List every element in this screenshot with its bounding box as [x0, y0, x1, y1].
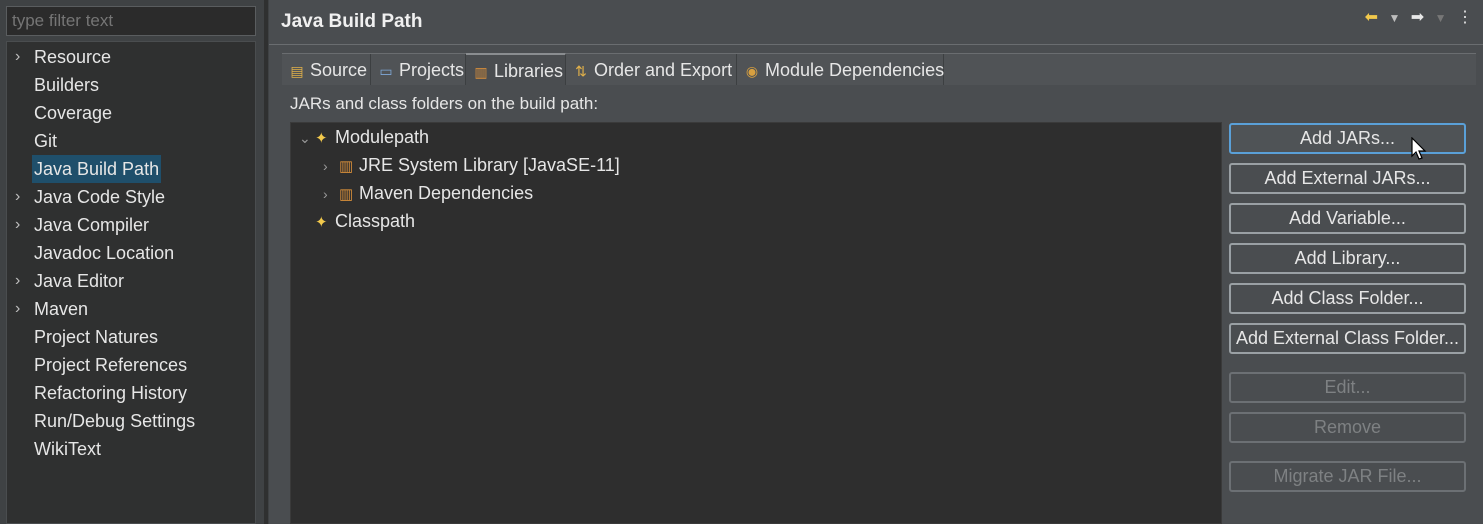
edit-button[interactable]: Edit...	[1229, 372, 1466, 403]
libraries-icon: ▥	[474, 64, 488, 80]
add-variable-button[interactable]: Add Variable...	[1229, 203, 1466, 234]
tab-bar: ▤ Source ▭ Projects ▥ Libraries ⇅ Order and …	[282, 53, 1476, 87]
filter-input[interactable]	[6, 6, 256, 36]
tree-node-classpath[interactable]: ✦ Classpath	[299, 208, 415, 234]
tab-module-dependencies[interactable]: ◉ Module Dependencies	[737, 54, 944, 86]
tab-projects[interactable]: ▭ Projects	[371, 54, 466, 86]
add-jars-button[interactable]: Add JARs...	[1229, 123, 1466, 154]
projects-icon: ▭	[379, 63, 393, 79]
view-menu-icon[interactable]: ⋮	[1457, 7, 1473, 27]
add-external-jars-button[interactable]: Add External JARs...	[1229, 163, 1466, 194]
chevron-right-icon[interactable]: ›	[323, 153, 339, 179]
build-path-tree[interactable]: ⌄ ✦ Modulepath › ▥ JRE System Library [JavaS…	[290, 122, 1222, 524]
sash-divider[interactable]	[264, 0, 268, 524]
chevron-right-icon[interactable]: ›	[15, 267, 29, 295]
order-export-icon: ⇅	[575, 63, 587, 79]
add-library-button[interactable]: Add Library...	[1229, 243, 1466, 274]
chevron-down-icon[interactable]: ⌄	[299, 125, 315, 151]
title-separator	[269, 44, 1483, 45]
chevron-right-icon[interactable]: ›	[15, 183, 29, 211]
module-icon: ◉	[745, 63, 759, 79]
back-arrow-icon[interactable]: ⬅	[1365, 7, 1378, 27]
add-external-class-folder-button[interactable]: Add External Class Folder...	[1229, 323, 1466, 354]
tree-node-maven-dependencies[interactable]: › ▥ Maven Dependencies	[323, 180, 533, 206]
preferences-nav-panel: › Resource Builders Coverage Git Java Bu…	[0, 0, 264, 524]
chevron-right-icon[interactable]: ›	[323, 181, 339, 207]
chevron-right-icon[interactable]: ›	[15, 43, 29, 71]
modulepath-icon: ✦	[315, 130, 328, 147]
page-nav-toolbar: ⬅ ▼ ➡ ▼ ⋮	[1359, 7, 1473, 29]
tab-order-and-export[interactable]: ⇅ Order and Export	[566, 54, 737, 86]
tree-node-jre-system-library[interactable]: › ▥ JRE System Library [JavaSE-11]	[323, 152, 620, 178]
migrate-jar-file-button[interactable]: Migrate JAR File...	[1229, 461, 1466, 492]
tab-source[interactable]: ▤ Source	[282, 54, 371, 86]
libraries-tab-content: JARs and class folders on the build path…	[282, 85, 1476, 524]
classpath-icon: ✦	[315, 214, 328, 231]
tree-node-modulepath[interactable]: ⌄ ✦ Modulepath	[299, 124, 429, 150]
chevron-right-icon[interactable]: ›	[15, 211, 29, 239]
add-class-folder-button[interactable]: Add Class Folder...	[1229, 283, 1466, 314]
chevron-right-icon[interactable]: ›	[15, 295, 29, 323]
remove-button[interactable]: Remove	[1229, 412, 1466, 443]
back-dropdown-icon[interactable]: ▼	[1388, 11, 1400, 25]
mouse-cursor-icon	[1411, 137, 1427, 160]
tab-libraries[interactable]: ▥ Libraries	[466, 53, 566, 87]
forward-dropdown-icon[interactable]: ▼	[1435, 11, 1447, 25]
page-title: Java Build Path	[281, 11, 423, 32]
build-path-page: Java Build Path ⬅ ▼ ➡ ▼ ⋮ ▤ Source ▭ Proje…	[269, 0, 1483, 524]
library-icon: ▥	[339, 158, 354, 175]
library-icon: ▥	[339, 186, 354, 203]
preferences-tree[interactable]: › Resource Builders Coverage Git Java Bu…	[6, 41, 256, 524]
libraries-description: JARs and class folders on the build path…	[290, 94, 599, 113]
forward-arrow-icon[interactable]: ➡	[1411, 7, 1424, 27]
source-folder-icon: ▤	[290, 63, 304, 79]
